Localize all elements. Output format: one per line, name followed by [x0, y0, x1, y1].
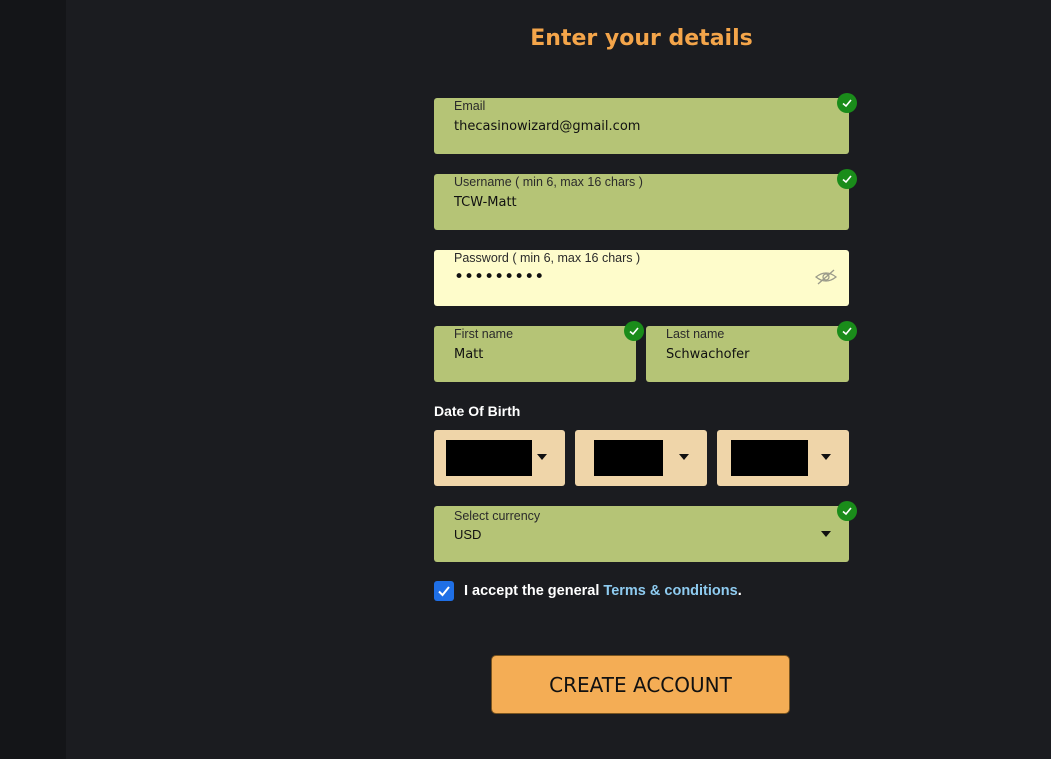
- last-name-label: Last name: [666, 327, 725, 341]
- username-label: Username ( min 6, max 16 chars ): [454, 175, 643, 189]
- currency-select[interactable]: Select currency USD: [434, 506, 849, 562]
- password-value: •••••••••: [454, 267, 545, 287]
- first-name-value: Matt: [454, 347, 484, 362]
- caret-down-icon: [537, 454, 547, 460]
- username-field[interactable]: Username ( min 6, max 16 chars ) TCW-Mat…: [434, 174, 849, 230]
- page-title: Enter your details: [530, 26, 753, 51]
- currency-label: Select currency: [454, 509, 541, 523]
- terms-link[interactable]: Terms & conditions: [603, 583, 737, 599]
- terms-row: I accept the general Terms & conditions.: [434, 581, 742, 601]
- redacted-block: [446, 440, 532, 476]
- username-check-icon: [837, 169, 857, 189]
- dob-day-select[interactable]: [434, 430, 565, 486]
- password-label: Password ( min 6, max 16 chars ): [454, 251, 641, 265]
- dob-label: Date Of Birth: [434, 403, 521, 419]
- email-field[interactable]: Email thecasinowizard@gmail.com: [434, 98, 849, 154]
- last-name-field[interactable]: Last name Schwachofer: [646, 326, 849, 382]
- last-name-value: Schwachofer: [666, 347, 750, 362]
- first-name-check-icon: [624, 321, 644, 341]
- currency-check-icon: [837, 501, 857, 521]
- eye-slash-icon[interactable]: [814, 268, 838, 291]
- currency-value: USD: [454, 527, 482, 542]
- email-value: thecasinowizard@gmail.com: [454, 119, 641, 134]
- password-field[interactable]: Password ( min 6, max 16 chars ) •••••••…: [434, 250, 849, 306]
- terms-suffix: .: [737, 583, 742, 599]
- create-account-button[interactable]: CREATE ACCOUNT: [491, 655, 790, 714]
- first-name-label: First name: [454, 327, 514, 341]
- terms-prefix: I accept the general: [464, 583, 604, 599]
- caret-down-icon: [679, 454, 689, 460]
- redacted-block: [594, 440, 663, 476]
- terms-text: I accept the general Terms & conditions.: [464, 583, 742, 599]
- email-check-icon: [837, 93, 857, 113]
- username-value: TCW-Matt: [454, 195, 517, 210]
- dob-month-select[interactable]: [575, 430, 707, 486]
- redacted-block: [731, 440, 808, 476]
- last-name-check-icon: [837, 321, 857, 341]
- terms-checkbox[interactable]: [434, 581, 454, 601]
- caret-down-icon: [821, 454, 831, 460]
- dob-year-select[interactable]: [717, 430, 849, 486]
- caret-down-icon: [821, 531, 831, 537]
- first-name-field[interactable]: First name Matt: [434, 326, 636, 382]
- email-label: Email: [454, 99, 486, 113]
